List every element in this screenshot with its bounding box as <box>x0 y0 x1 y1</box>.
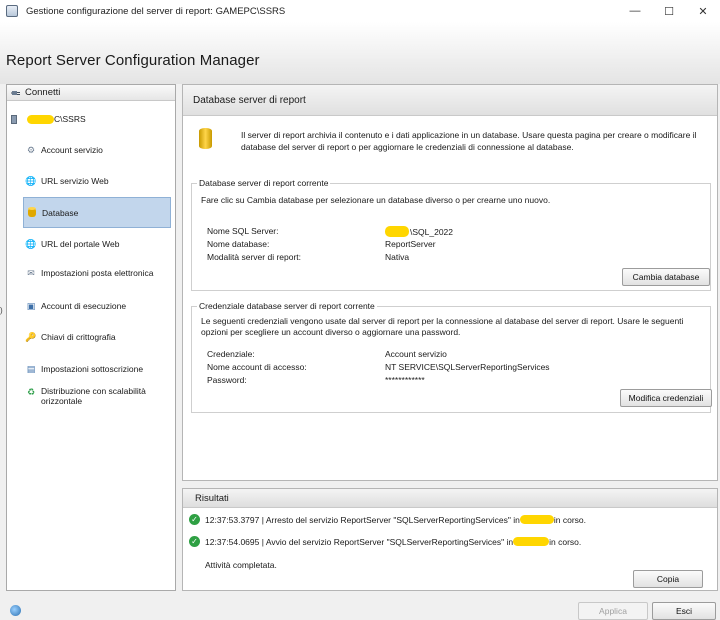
credential-value: Account servizio <box>385 349 447 359</box>
sql-server-label: Nome SQL Server: <box>207 226 279 236</box>
sidebar-item-url-portale-web[interactable]: 🌐 URL del portale Web <box>23 230 171 258</box>
results-title: Risultati <box>183 489 717 508</box>
database-icon <box>26 207 38 219</box>
redacted-host-name <box>519 515 554 524</box>
sidebar-item-label: Account servizio <box>41 145 103 155</box>
login-name-label: Nome account di accesso: <box>207 362 307 372</box>
exit-button[interactable]: Esci <box>652 602 716 620</box>
server-icon <box>11 114 17 124</box>
sidebar-item-label: URL del portale Web <box>41 239 120 249</box>
result-text: 12:37:54.0695 | Avvio del servizio Repor… <box>205 536 514 547</box>
window-controls: — ☐ ✕ <box>618 0 720 22</box>
redacted-host-name <box>513 537 550 546</box>
sidebar-item-account-servizio[interactable]: ⚙ Account servizio <box>23 136 171 164</box>
result-row: ✓ 12:37:54.0695 | Avvio del servizio Rep… <box>189 536 581 547</box>
sidebar-item-label: Impostazioni posta elettronica <box>41 268 154 278</box>
web-service-url-icon: 🌐 <box>25 175 37 186</box>
apply-button[interactable]: Applica <box>578 602 648 620</box>
maximize-button[interactable]: ☐ <box>652 0 686 22</box>
sidebar-item-impostazioni-sottoscrizione[interactable]: ▤ Impostazioni sottoscrizione <box>23 355 171 383</box>
sql-server-instance: \SQL_2022 <box>410 226 454 237</box>
close-button[interactable]: ✕ <box>686 0 720 22</box>
sidebar-item-impostazioni-posta[interactable]: ✉ Impostazioni posta elettronica <box>23 259 171 287</box>
group-title: Credenziale database server di report co… <box>197 301 377 311</box>
group-description: Fare clic su Cambia database per selezio… <box>201 195 551 205</box>
app-header: Report Server Configuration Manager <box>0 22 720 84</box>
group-description: Le seguenti credenziali vengono usate da… <box>201 316 684 337</box>
web-portal-url-icon: 🌐 <box>25 238 37 249</box>
result-suffix: in corso. <box>549 536 582 547</box>
task-completed-text: Attività completata. <box>205 560 277 570</box>
current-database-group: Database server di report corrente Fare … <box>191 178 711 291</box>
success-check-icon: ✓ <box>189 514 200 525</box>
subscription-settings-icon: ▤ <box>26 363 36 374</box>
sql-server-value: \SQL_2022 <box>385 226 453 237</box>
connect-label: Connetti <box>25 87 61 98</box>
success-check-icon: ✓ <box>189 536 200 547</box>
connect-button[interactable]: Connetti <box>7 85 175 101</box>
redacted-server-name <box>27 114 54 124</box>
result-row: ✓ 12:37:53.3797 | Arresto del servizio R… <box>189 514 586 525</box>
password-value: ************ <box>385 375 425 385</box>
page-title: Database server di report <box>183 85 717 116</box>
credential-label: Credenziale: <box>207 349 255 359</box>
sidebar-item-chiavi-crittografia[interactable]: 🔑 Chiavi di crittografia <box>23 323 171 351</box>
page-description: Il server di report archivia il contenut… <box>241 130 697 152</box>
sidebar-item-label: Impostazioni sottoscrizione <box>41 364 144 374</box>
sidebar-item-account-esecuzione[interactable]: ▣ Account di esecuzione <box>23 292 171 320</box>
window-title: Gestione configurazione del server di re… <box>26 5 286 17</box>
sidebar-item-scalabilita-orizzontale[interactable]: ♻ Distribuzione con scalabilità orizzont… <box>23 383 171 415</box>
change-database-button[interactable]: Cambia database <box>622 268 710 286</box>
results-panel: Risultati ✓ 12:37:53.3797 | Arresto del … <box>182 488 718 591</box>
help-icon[interactable] <box>10 605 21 616</box>
server-node[interactable]: C\SSRS <box>11 114 86 124</box>
navigation-sidebar: Connetti C\SSRS ⚙ Account servizio 🌐 URL… <box>6 84 176 591</box>
app-title: Report Server Configuration Manager <box>6 52 260 69</box>
result-suffix: in corso. <box>553 514 586 525</box>
encryption-key-icon: 🔑 <box>25 331 37 342</box>
sidebar-item-database[interactable]: Database <box>23 197 171 228</box>
redacted-host-name <box>385 226 409 237</box>
email-settings-icon: ✉ <box>27 267 35 278</box>
database-name-value: ReportServer <box>385 239 436 249</box>
sidebar-item-label: Chiavi di crittografia <box>41 332 116 342</box>
server-mode-value: Nativa <box>385 252 410 262</box>
server-mode-label: Modalità server di report: <box>207 252 302 262</box>
sidebar-item-label: Account di esecuzione <box>41 301 127 311</box>
service-account-icon: ⚙ <box>26 144 36 155</box>
scale-out-icon: ♻ <box>26 387 36 397</box>
result-text: 12:37:53.3797 | Arresto del servizio Rep… <box>205 514 520 525</box>
sidebar-item-url-servizio-web[interactable]: 🌐 URL servizio Web <box>23 167 171 195</box>
plug-icon <box>11 90 20 95</box>
execution-account-icon: ▣ <box>26 300 36 311</box>
modify-credentials-button[interactable]: Modifica credenziali <box>620 389 712 407</box>
password-label: Password: <box>207 375 247 385</box>
login-name-value: NT SERVICE\SQLServerReportingServices <box>385 362 550 372</box>
title-bar: Gestione configurazione del server di re… <box>0 0 720 22</box>
sidebar-item-label: Database <box>42 207 79 218</box>
database-name-label: Nome database: <box>207 239 270 249</box>
database-panel: Database server di report Il server di r… <box>182 84 718 481</box>
sidebar-item-label: Distribuzione con scalabilità orizzontal… <box>41 386 146 406</box>
server-name-suffix: C\SSRS <box>54 114 86 124</box>
database-large-icon <box>199 128 212 149</box>
copy-button[interactable]: Copia <box>633 570 703 588</box>
group-title: Database server di report corrente <box>197 178 331 188</box>
app-icon <box>6 5 18 17</box>
sidebar-item-label: URL servizio Web <box>41 176 109 186</box>
database-credentials-group: Credenziale database server di report co… <box>191 301 712 413</box>
minimize-button[interactable]: — <box>618 0 652 22</box>
splitter-handle[interactable]: ) <box>0 306 3 315</box>
